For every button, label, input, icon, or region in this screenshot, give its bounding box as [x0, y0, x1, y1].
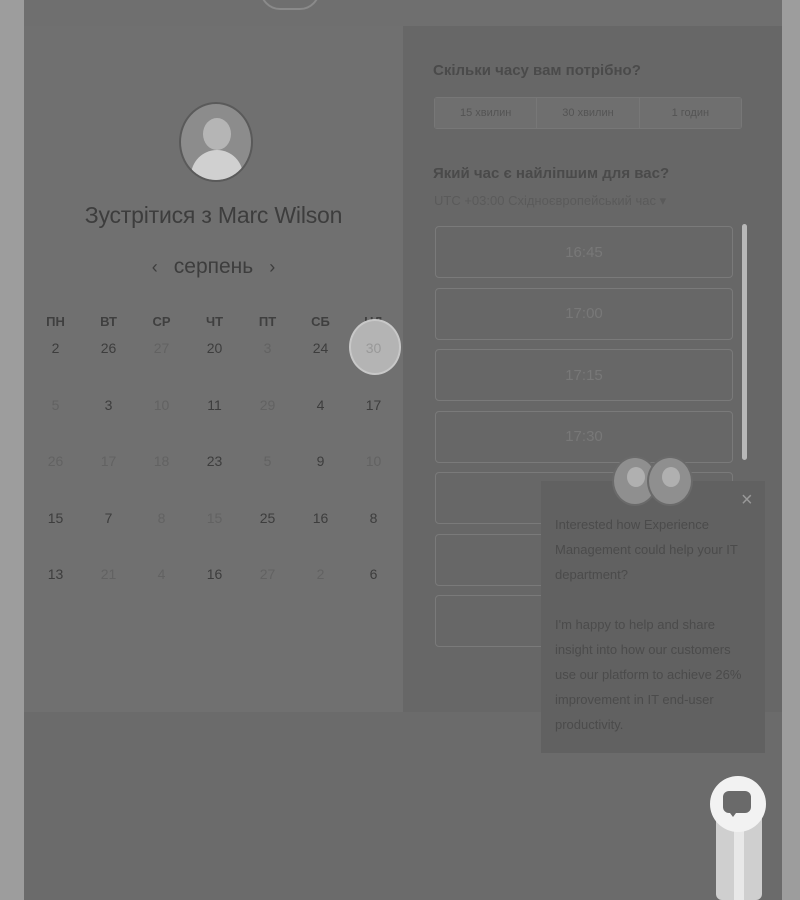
top-bar: [24, 0, 782, 26]
time-slot-button[interactable]: 17:30: [435, 410, 733, 463]
weekday-label: ВТ: [100, 314, 117, 329]
agent-avatar: [647, 456, 693, 506]
chevron-right-icon[interactable]: ›: [269, 257, 275, 278]
duration-option[interactable]: 15 хвилин: [435, 98, 538, 128]
right-backdrop: [782, 0, 800, 900]
calendar-day[interactable]: 27: [135, 336, 188, 393]
calendar-day[interactable]: 10: [135, 393, 188, 450]
time-slot-button[interactable]: 17:15: [435, 349, 733, 401]
chat-message-text: Interested how Experience Management cou…: [555, 517, 738, 582]
chevron-left-icon[interactable]: ‹: [152, 257, 158, 278]
calendar-day[interactable]: 2: [29, 336, 82, 393]
slot-list-scrollbar[interactable]: [742, 224, 747, 460]
calendar-day[interactable]: 20: [188, 336, 241, 393]
time-question: Який час є найліпшим для вас?: [433, 165, 670, 182]
chat-message-text: I'm happy to help and share insight into…: [555, 617, 742, 732]
calendar-day[interactable]: 4: [135, 562, 188, 619]
calendar-day[interactable]: 15: [188, 506, 241, 563]
calendar-day[interactable]: 27: [241, 562, 294, 619]
calendar-day[interactable]: 6: [347, 562, 400, 619]
time-slot-button[interactable]: 16:45: [435, 226, 733, 278]
weekday-label: ПН: [46, 314, 65, 329]
calendar-day[interactable]: 21: [82, 562, 135, 619]
calendar-day[interactable]: 25: [241, 506, 294, 563]
calendar-day[interactable]: 15: [29, 506, 82, 563]
calendar-grid: 2 26 27 20 3 24 30 5 3 10 11 29 4 17 26 …: [29, 319, 403, 619]
chat-message: Interested how Experience Management cou…: [555, 512, 755, 762]
calendar-day[interactable]: 10: [347, 449, 400, 506]
calendar-panel: Зустрітися з Marc Wilson ‹ серпень › ПН …: [24, 26, 403, 712]
duration-option[interactable]: 30 хвилин: [537, 98, 640, 128]
meeting-title: Зустрітися з Marc Wilson: [84, 202, 343, 228]
duration-option[interactable]: 1 годин: [639, 98, 741, 128]
chat-bubble-icon: [723, 791, 751, 817]
weekday-header: ПН ВТ СР ЧТ ПТ СБ НД: [29, 314, 403, 329]
time-slot-button[interactable]: 17:00: [435, 287, 733, 340]
weekday-label: ЧТ: [205, 314, 224, 329]
weekday-label: СР: [152, 314, 171, 329]
calendar-day[interactable]: 8: [135, 506, 188, 563]
calendar-day[interactable]: 23: [188, 449, 241, 506]
weekday-label: СБ: [311, 314, 330, 329]
calendar-day[interactable]: 13: [29, 562, 82, 619]
calendar-day[interactable]: 16: [294, 506, 347, 563]
calendar-day[interactable]: 26: [82, 336, 135, 393]
calendar-day[interactable]: 7: [82, 506, 135, 563]
calendar-day[interactable]: 24: [294, 336, 347, 393]
timezone-dropdown[interactable]: UTC +03:00 Східноєвропейський час ▾: [434, 193, 666, 209]
calendar-day[interactable]: 26: [29, 449, 82, 506]
chat-agent-avatars: [612, 456, 696, 508]
calendar-day[interactable]: 5: [241, 449, 294, 506]
month-navigation: ‹ серпень ›: [24, 252, 403, 282]
speech-bubble-icon: [260, 0, 320, 10]
calendar-day[interactable]: 4: [294, 393, 347, 450]
calendar-day[interactable]: 18: [135, 449, 188, 506]
calendar-day[interactable]: 29: [241, 393, 294, 450]
host-avatar: [179, 102, 253, 182]
calendar-day[interactable]: 3: [241, 336, 294, 393]
calendar-day[interactable]: 16: [188, 562, 241, 619]
calendar-day-today[interactable]: 30: [347, 319, 401, 393]
calendar-day[interactable]: 2: [294, 562, 347, 619]
left-backdrop: [0, 0, 24, 900]
chat-launcher-button[interactable]: [710, 776, 766, 832]
calendar-day[interactable]: 17: [82, 449, 135, 506]
duration-selector: 15 хвилин 30 хвилин 1 годин: [434, 97, 742, 129]
weekday-label: ПТ: [258, 314, 277, 329]
duration-question: Скільки часу вам потрібно?: [433, 62, 641, 79]
close-icon[interactable]: ×: [741, 490, 753, 510]
calendar-day[interactable]: 3: [82, 393, 135, 450]
calendar-day[interactable]: 9: [294, 449, 347, 506]
calendar-day[interactable]: 5: [29, 393, 82, 450]
calendar-day[interactable]: 11: [188, 393, 241, 450]
calendar-day[interactable]: 8: [347, 506, 400, 563]
month-label: серпень: [173, 255, 254, 278]
calendar-day[interactable]: 17: [347, 393, 400, 450]
